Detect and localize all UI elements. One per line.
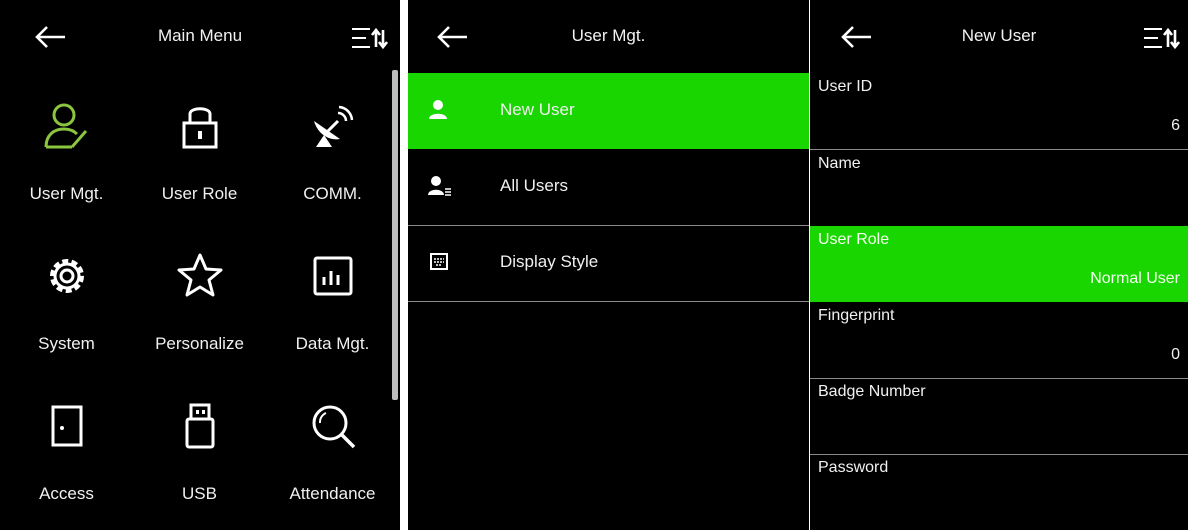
menu-item-label: Data Mgt. xyxy=(295,334,370,353)
menu-item-personalize[interactable]: Personalize xyxy=(133,223,266,373)
list-item-new-user[interactable]: New User xyxy=(408,73,809,149)
menu-item-attendance[interactable]: Attendance xyxy=(266,373,399,523)
list-item-all-users[interactable]: All Users xyxy=(408,149,809,226)
user-mgt-screen: User Mgt. New User All Users Display Sty… xyxy=(408,0,809,530)
field-user-id[interactable]: User ID 6 xyxy=(810,73,1188,150)
scrollbar[interactable] xyxy=(392,70,398,400)
field-label: User Role xyxy=(818,231,890,248)
list-item-label: All Users xyxy=(500,176,569,195)
menu-item-label: User Mgt. xyxy=(29,184,104,203)
display-icon xyxy=(430,253,448,270)
menu-item-label: USB xyxy=(182,484,217,503)
user-icon xyxy=(44,103,87,149)
menu-item-comm[interactable]: COMM. xyxy=(266,73,399,223)
page-title: User Mgt. xyxy=(571,26,646,45)
field-value: 0 xyxy=(1171,346,1180,363)
field-badge-number[interactable]: Badge Number xyxy=(810,378,1188,455)
menu-item-label: Personalize xyxy=(155,334,244,353)
sort-menu-icon[interactable] xyxy=(350,25,388,51)
menu-item-user-role[interactable]: User Role xyxy=(133,73,266,223)
field-value: 6 xyxy=(1171,117,1180,134)
list-item-label: New User xyxy=(500,100,575,119)
lock-icon xyxy=(182,107,217,149)
list-item-label: Display Style xyxy=(500,252,599,271)
page-title: New User xyxy=(961,26,1037,45)
field-label: Password xyxy=(818,459,889,476)
field-label: Name xyxy=(818,155,861,172)
main-menu-header: Main Menu xyxy=(0,0,400,73)
list-item-display-style[interactable]: Display Style xyxy=(408,225,809,302)
menu-item-label: COMM. xyxy=(303,184,362,203)
field-label: User ID xyxy=(818,78,873,95)
menu-item-label: Access xyxy=(39,484,94,503)
field-label: Fingerprint xyxy=(818,307,895,324)
door-icon xyxy=(51,405,82,447)
menu-item-label: Attendance xyxy=(289,484,376,503)
page-title: Main Menu xyxy=(157,26,243,45)
field-fingerprint[interactable]: Fingerprint 0 xyxy=(810,302,1188,379)
field-password[interactable]: Password xyxy=(810,454,1188,530)
new-user-header: New User xyxy=(810,0,1188,73)
field-label: Badge Number xyxy=(818,383,926,400)
star-icon xyxy=(177,253,222,297)
search-icon xyxy=(312,405,355,449)
menu-item-label: System xyxy=(38,334,95,353)
menu-item-usb[interactable]: USB xyxy=(133,373,266,523)
bar-chart-icon xyxy=(313,256,352,296)
menu-item-access[interactable]: Access xyxy=(0,373,133,523)
user-mgt-header: User Mgt. xyxy=(408,0,809,73)
user-list-icon xyxy=(428,176,451,196)
menu-item-user-mgt[interactable]: User Mgt. xyxy=(0,73,133,223)
gear-icon xyxy=(49,259,84,293)
field-name[interactable]: Name xyxy=(810,150,1188,227)
menu-item-system[interactable]: System xyxy=(0,223,133,373)
field-value: Normal User xyxy=(1090,270,1180,287)
menu-item-data-mgt[interactable]: Data Mgt. xyxy=(266,223,399,373)
field-user-role[interactable]: User Role Normal User xyxy=(810,226,1188,302)
sort-menu-icon[interactable] xyxy=(1142,25,1180,51)
new-user-screen: New User User ID 6 Name User Role Normal… xyxy=(810,0,1188,530)
user-icon xyxy=(429,100,447,119)
main-menu-screen: Main Menu User Mgt. User Role COMM. Syst… xyxy=(0,0,400,530)
menu-item-label: User Role xyxy=(161,184,238,203)
usb-icon xyxy=(185,403,214,449)
satellite-dish-icon xyxy=(313,105,353,147)
